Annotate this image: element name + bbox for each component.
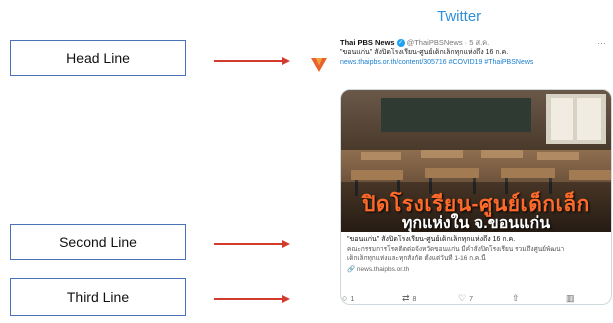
tweet-actions: ○ 1 ⇄ 8 ♡ 7 ⇧ ▥: [340, 293, 610, 307]
card-overlay-subheadline: ทุกแห่งใน จ.ขอนแก่น: [401, 215, 551, 232]
third-line-label-box: Third Line: [10, 278, 186, 316]
tweet-body: Thai PBS News ✓ @ThaiPBSNews · 5 ส.ค. ··· …: [340, 38, 610, 68]
third-line-arrow: [214, 295, 290, 303]
second-line-label: Second Line: [59, 234, 137, 250]
more-icon[interactable]: ···: [597, 38, 606, 48]
third-line-label: Third Line: [66, 289, 130, 305]
reply-icon: ○: [342, 293, 348, 303]
retweet-count: 8: [412, 296, 417, 303]
like-button[interactable]: ♡ 7: [458, 293, 473, 304]
link-card[interactable]: ปิดโรงเรียน-ศูนย์เด็กเล็ก ทุกแห่งใน จ.ขอ…: [340, 89, 612, 305]
tweet: Thai PBS News ✓ @ThaiPBSNews · 5 ส.ค. ··· …: [308, 38, 613, 323]
head-line-arrow: [214, 57, 290, 65]
second-line-label-box: Second Line: [10, 224, 186, 260]
reply-button[interactable]: ○ 1: [342, 293, 354, 303]
share-button[interactable]: ⇧: [512, 293, 523, 304]
tweet-links[interactable]: news.thaipbs.or.th/content/305716 #COVID…: [340, 58, 610, 68]
author-handle-time: @ThaiPBSNews · 5 ส.ค.: [406, 38, 490, 47]
reply-count: 1: [350, 296, 355, 303]
tweet-text: "ขอนแก่น" สั่งปิดโรงเรียน-ศูนย์เด็กเล็กท…: [340, 49, 509, 56]
avatar-logo-icon[interactable]: [308, 54, 330, 76]
author-name[interactable]: Thai PBS News: [340, 38, 395, 47]
card-description-line1: คณะกรรมการโรคติดต่อจังหวัดขอนแก่น มีคำสั…: [347, 246, 565, 253]
card-image: ปิดโรงเรียน-ศูนย์เด็กเล็ก ทุกแห่งใน จ.ขอ…: [341, 90, 611, 232]
card-text: "ขอนแก่น" สั่งปิดโรงเรียน-ศูนย์เด็กเล็กท…: [341, 232, 611, 275]
like-icon: ♡: [458, 293, 467, 303]
like-count: 7: [469, 296, 473, 303]
analytics-icon: ▥: [566, 293, 575, 303]
card-title: "ขอนแก่น" สั่งปิดโรงเรียน-ศูนย์เด็กเล็กท…: [347, 236, 516, 243]
analytics-button[interactable]: ▥: [566, 293, 578, 304]
tweet-meta: Thai PBS News ✓ @ThaiPBSNews · 5 ส.ค.: [340, 38, 610, 48]
retweet-icon: ⇄: [402, 293, 410, 303]
head-line-label-box: Head Line: [10, 40, 186, 76]
verified-icon: ✓: [396, 39, 405, 48]
card-domain: 🔗 news.thaipbs.or.th: [347, 266, 410, 273]
second-line-arrow: [214, 240, 290, 248]
retweet-button[interactable]: ⇄ 8: [402, 293, 416, 304]
platform-title: Twitter: [437, 8, 482, 25]
share-icon: ⇧: [512, 293, 520, 303]
head-line-label: Head Line: [66, 50, 130, 66]
card-description-line2: เด็กเล็กทุกแห่งและทุกสังกัด ตั้งแต่วันที…: [347, 255, 486, 262]
